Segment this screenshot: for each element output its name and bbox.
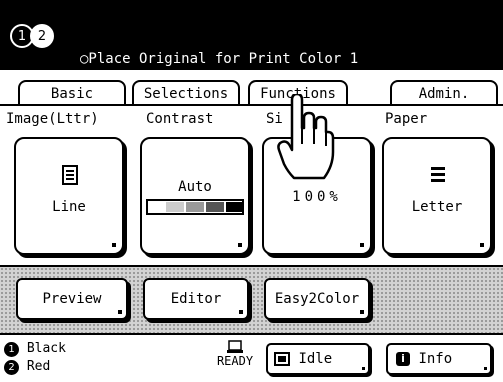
color-2-badge: 2: [4, 360, 19, 375]
document-icon: [62, 165, 78, 185]
contrast-button[interactable]: Auto: [140, 137, 250, 255]
paper-icon: [227, 340, 243, 353]
editor-button[interactable]: Editor: [143, 278, 249, 320]
tab-selections-label: Selections: [143, 86, 229, 102]
paper-value: Letter: [411, 199, 463, 215]
info-button[interactable]: i Info: [386, 343, 492, 375]
idle-button[interactable]: Idle: [266, 343, 370, 375]
easy2color-button[interactable]: Easy2Color: [264, 278, 370, 320]
paper-stack-icon: [431, 167, 445, 182]
header-bar: 1 2 ○Place Original for Print Color 1 an…: [0, 0, 503, 121]
image-mode-button[interactable]: Line: [14, 137, 124, 255]
ready-status: READY: [208, 340, 262, 368]
color-list: 1 Black 2 Red: [4, 340, 66, 376]
info-icon: i: [396, 352, 410, 366]
tab-admin-label: Admin.: [418, 86, 470, 102]
drum-badge: 1 2: [10, 24, 66, 48]
tab-basic-label: Basic: [50, 86, 94, 102]
preview-label: Preview: [42, 291, 102, 307]
tab-basic[interactable]: Basic: [18, 80, 126, 106]
contrast-scale-icon: [146, 199, 244, 215]
tab-admin[interactable]: Admin.: [390, 80, 498, 106]
color-1-row: 1 Black: [4, 340, 66, 358]
preview-button[interactable]: Preview: [16, 278, 128, 320]
drum-2-badge: 2: [30, 24, 54, 48]
tab-selections[interactable]: Selections: [132, 80, 240, 106]
tab-divider: [0, 104, 503, 106]
contrast-label: Contrast: [146, 111, 214, 127]
info-label: Info: [418, 351, 453, 367]
size-value: 100%: [292, 189, 342, 205]
image-mode-label: Image(Lttr): [6, 111, 99, 127]
color-2-row: 2 Red: [4, 358, 66, 376]
contrast-value: Auto: [178, 179, 212, 195]
ready-label: READY: [216, 354, 254, 368]
image-mode-value: Line: [52, 199, 86, 215]
hand-pointer-icon: [277, 94, 335, 180]
paper-button[interactable]: Letter: [382, 137, 492, 255]
monitor-icon: [274, 352, 290, 366]
color-1-badge: 1: [4, 342, 19, 357]
easy2color-label: Easy2Color: [274, 291, 360, 307]
idle-label: Idle: [298, 351, 333, 367]
message-line-1: ○Place Original for Print Color 1: [80, 51, 359, 67]
color-2-label: Red: [26, 359, 51, 374]
color-1-label: Black: [26, 341, 66, 356]
paper-label: Paper: [385, 111, 428, 127]
editor-label: Editor: [170, 291, 222, 307]
